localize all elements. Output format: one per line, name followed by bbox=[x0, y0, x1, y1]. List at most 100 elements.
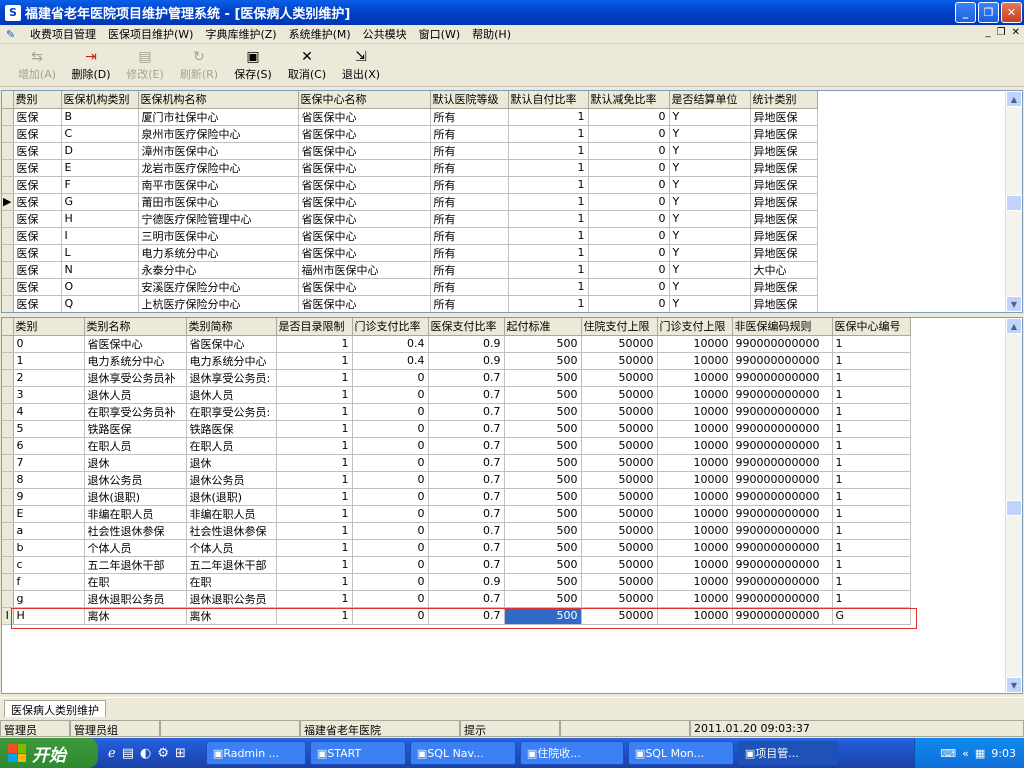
table-cell[interactable]: 社会性退休参保 bbox=[84, 522, 187, 540]
table-cell[interactable]: 离休 bbox=[186, 607, 277, 625]
table-cell[interactable]: 1 bbox=[276, 335, 353, 353]
table-row[interactable]: E 非编在职人员 非编在职人员 1 0 0.7 500 50000 10000 990000000… bbox=[2, 505, 911, 523]
table-cell[interactable]: 10000 bbox=[657, 556, 733, 574]
column-header[interactable]: 是否结算单位 bbox=[669, 91, 751, 109]
table-cell[interactable]: 所有 bbox=[430, 108, 509, 126]
table-cell[interactable]: 铁路医保 bbox=[186, 420, 277, 438]
table-cell[interactable]: 退休退职公务员 bbox=[84, 590, 187, 608]
column-header[interactable]: 默认减免比率 bbox=[588, 91, 670, 109]
table-cell[interactable]: 0 bbox=[352, 505, 429, 523]
table-cell[interactable]: 省医保中心 bbox=[298, 210, 431, 228]
table-cell[interactable]: 0 bbox=[588, 193, 670, 211]
table-cell[interactable]: 1 bbox=[508, 176, 589, 194]
table-cell[interactable]: 990000000000 bbox=[732, 335, 833, 353]
table-cell[interactable]: 上杭医疗保险分中心 bbox=[138, 295, 299, 312]
table-cell[interactable]: 10000 bbox=[657, 369, 733, 387]
table-cell[interactable]: 50000 bbox=[581, 522, 658, 540]
table-cell[interactable]: 0.7 bbox=[428, 403, 505, 421]
row-indicator[interactable] bbox=[2, 420, 14, 438]
mdi-minimize-icon[interactable]: _ bbox=[986, 27, 991, 38]
table-cell[interactable]: 退休人员 bbox=[84, 386, 187, 404]
table-cell[interactable]: 异地医保 bbox=[750, 244, 818, 262]
table-cell[interactable]: 1 bbox=[276, 607, 353, 625]
table-cell[interactable]: 0 bbox=[352, 369, 429, 387]
network-tray-icon[interactable]: ▦ bbox=[975, 747, 985, 760]
table-row[interactable]: g 退休退职公务员 退休退职公务员 1 0 0.7 500 50000 10000 9900000… bbox=[2, 590, 911, 608]
table-row[interactable]: 医保 E 龙岩市医疗保险中心 省医保中心 所有 1 0 Y 异地医保 bbox=[2, 159, 818, 177]
table-cell[interactable]: 所有 bbox=[430, 210, 509, 228]
table-cell[interactable]: Y bbox=[669, 176, 751, 194]
table-cell[interactable]: 异地医保 bbox=[750, 142, 818, 160]
table-cell[interactable]: 50000 bbox=[581, 454, 658, 472]
table-cell[interactable]: 莆田市医保中心 bbox=[138, 193, 299, 211]
table-cell[interactable]: 10000 bbox=[657, 386, 733, 404]
table-cell[interactable]: 1 bbox=[508, 227, 589, 245]
table-cell[interactable]: 1 bbox=[276, 352, 353, 370]
row-indicator[interactable] bbox=[2, 471, 14, 489]
scroll-up-icon[interactable]: ▲ bbox=[1006, 91, 1022, 107]
table-cell[interactable]: 非编在职人员 bbox=[84, 505, 187, 523]
row-indicator[interactable] bbox=[2, 278, 14, 296]
table-cell[interactable]: c bbox=[13, 556, 85, 574]
table-cell[interactable]: 0 bbox=[352, 488, 429, 506]
table-cell[interactable]: 1 bbox=[276, 454, 353, 472]
institution-grid[interactable]: 费别 医保机构类别 医保机构名称 医保中心名称 默认医院等级 默认自付比率 默认减免比率 是否… bbox=[1, 90, 1023, 313]
column-header[interactable]: 类别简称 bbox=[186, 318, 277, 336]
row-indicator[interactable] bbox=[2, 227, 14, 245]
table-row[interactable]: b 个体人员 个体人员 1 0 0.7 500 50000 10000 990000000000 1 bbox=[2, 539, 911, 557]
table-row[interactable]: a 社会性退休参保 社会性退休参保 1 0 0.7 500 50000 10000 9900000… bbox=[2, 522, 911, 540]
table-cell[interactable]: 990000000000 bbox=[732, 471, 833, 489]
table-cell[interactable]: 五二年退休干部 bbox=[186, 556, 277, 574]
table-cell[interactable]: 1 bbox=[276, 369, 353, 387]
row-indicator[interactable] bbox=[2, 295, 14, 312]
table-cell[interactable]: 医保 bbox=[13, 261, 62, 279]
row-indicator[interactable] bbox=[2, 590, 14, 608]
table-cell[interactable]: 10000 bbox=[657, 420, 733, 438]
table-cell[interactable]: 省医保中心 bbox=[298, 142, 431, 160]
table-cell[interactable]: 0.7 bbox=[428, 505, 505, 523]
table-cell[interactable]: 省医保中心 bbox=[298, 227, 431, 245]
table-cell[interactable]: 1 bbox=[276, 556, 353, 574]
table-cell[interactable]: O bbox=[61, 278, 139, 296]
ie-icon[interactable]: ℯ bbox=[108, 746, 116, 761]
row-indicator[interactable] bbox=[2, 369, 14, 387]
table-cell[interactable]: 1 bbox=[508, 108, 589, 126]
table-row[interactable]: 医保 B 厦门市社保中心 省医保中心 所有 1 0 Y 异地医保 bbox=[2, 108, 818, 126]
column-header[interactable]: 起付标准 bbox=[504, 318, 582, 336]
table-cell[interactable]: 省医保中心 bbox=[298, 176, 431, 194]
table-cell[interactable]: 省医保中心 bbox=[298, 278, 431, 296]
table-cell[interactable]: 500 bbox=[504, 369, 582, 387]
column-header[interactable]: 默认自付比率 bbox=[508, 91, 589, 109]
column-header[interactable]: 门诊支付比率 bbox=[352, 318, 429, 336]
table-cell[interactable]: 10000 bbox=[657, 505, 733, 523]
table-cell[interactable]: 500 bbox=[504, 386, 582, 404]
exit-button[interactable]: ⇲ 退出(X) bbox=[334, 45, 388, 85]
table-cell[interactable]: 异地医保 bbox=[750, 108, 818, 126]
table-cell[interactable]: 1 bbox=[832, 471, 911, 489]
taskbar-task[interactable]: ▣ SQL Mon... bbox=[627, 741, 734, 765]
table-cell[interactable]: 990000000000 bbox=[732, 522, 833, 540]
table-cell[interactable]: 0 bbox=[588, 227, 670, 245]
table-cell[interactable]: 省医保中心 bbox=[298, 295, 431, 312]
scroll-down-icon[interactable]: ▼ bbox=[1006, 677, 1022, 693]
app-icon[interactable]: S bbox=[5, 4, 21, 21]
row-indicator[interactable] bbox=[2, 573, 14, 591]
table-cell[interactable]: 省医保中心 bbox=[298, 159, 431, 177]
column-header[interactable]: 住院支付上限 bbox=[581, 318, 658, 336]
table-cell[interactable]: 1 bbox=[276, 437, 353, 455]
table-cell[interactable]: H bbox=[13, 607, 85, 625]
table-cell[interactable]: 7 bbox=[13, 454, 85, 472]
table-cell[interactable]: 0 bbox=[352, 607, 429, 625]
table-cell[interactable]: 990000000000 bbox=[732, 420, 833, 438]
table-cell[interactable]: 500 bbox=[504, 420, 582, 438]
mdi-restore-icon[interactable]: ❐ bbox=[997, 27, 1006, 38]
table-cell[interactable]: 10000 bbox=[657, 488, 733, 506]
table-cell[interactable]: 0 bbox=[588, 295, 670, 312]
table-cell[interactable]: 在职享受公务员补 bbox=[84, 403, 187, 421]
table-cell[interactable]: 0 bbox=[352, 454, 429, 472]
table-cell[interactable]: 大中心 bbox=[750, 261, 818, 279]
table-cell[interactable]: 990000000000 bbox=[732, 505, 833, 523]
table-cell[interactable]: 在职 bbox=[186, 573, 277, 591]
table-cell[interactable]: C bbox=[61, 125, 139, 143]
refresh-button[interactable]: ↻ 刷新(R) bbox=[172, 45, 226, 85]
